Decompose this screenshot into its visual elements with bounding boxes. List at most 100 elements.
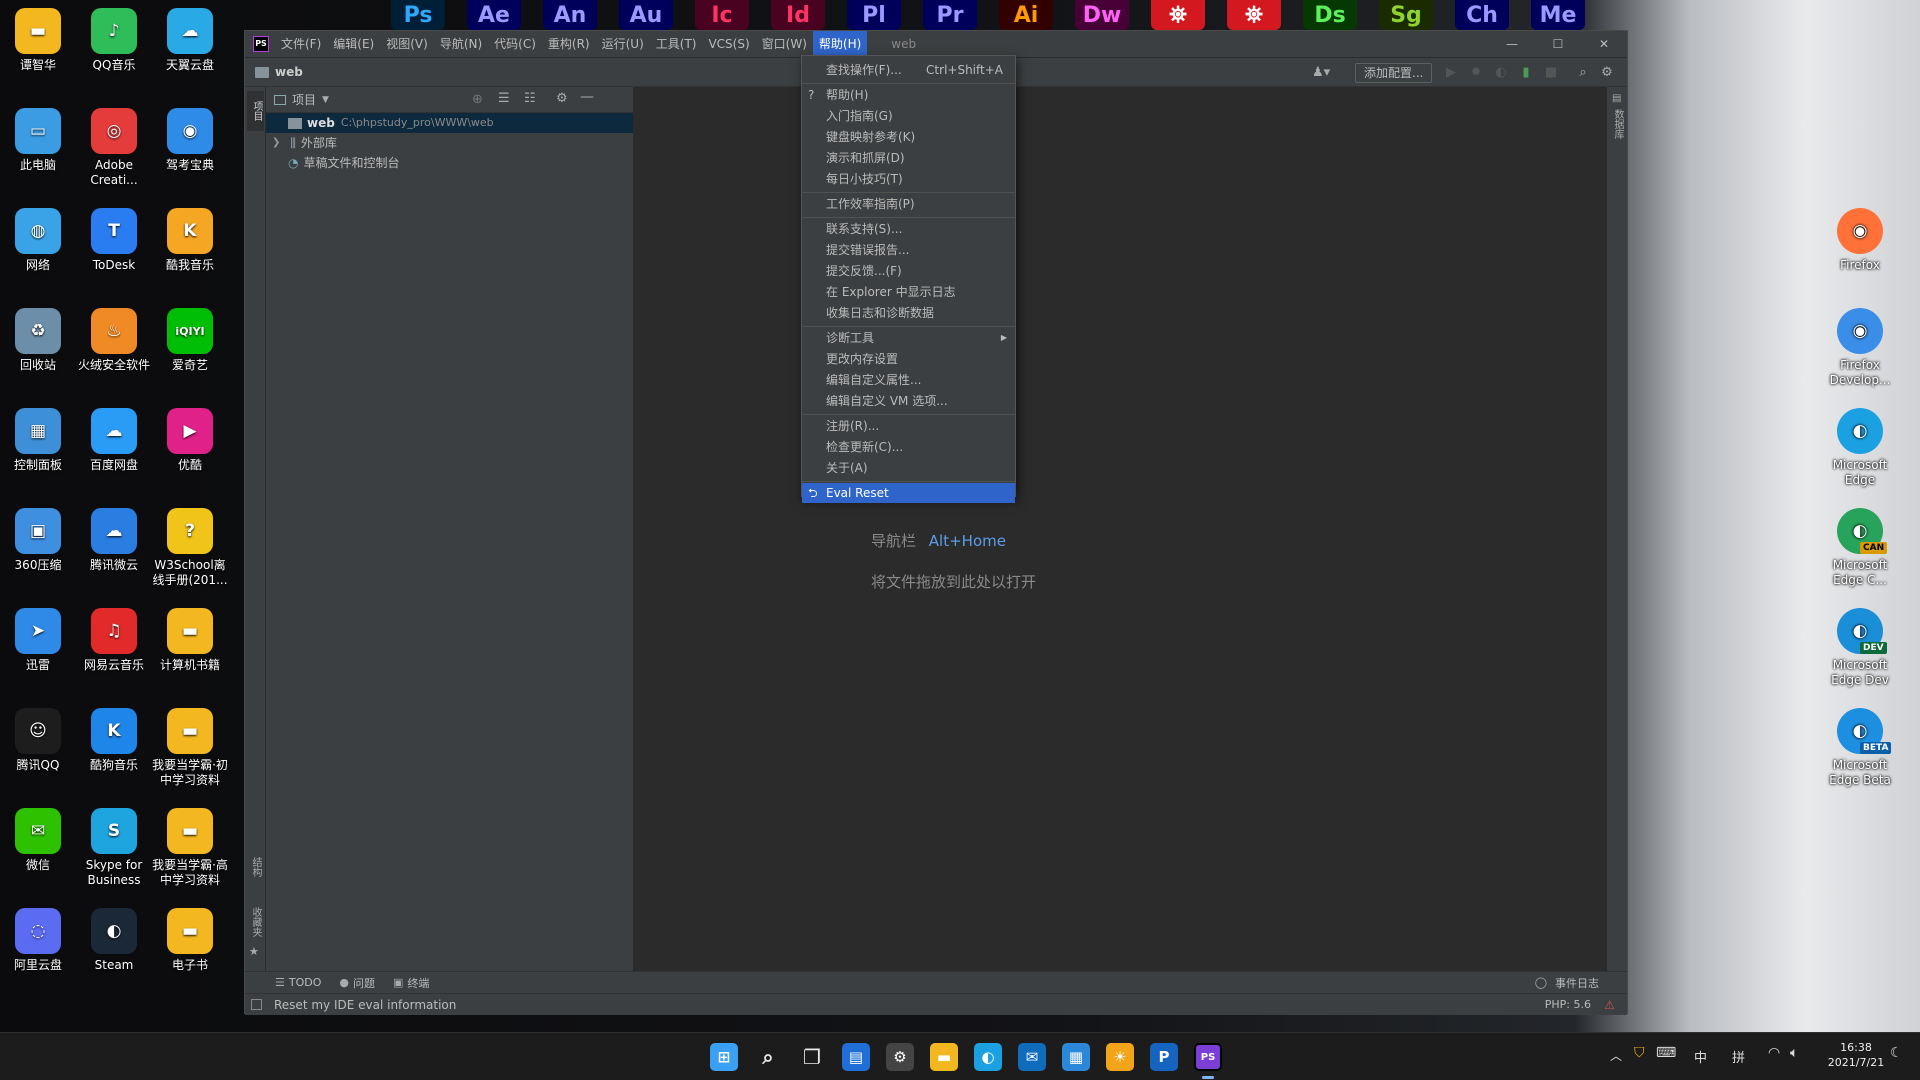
gear-icon[interactable]: ⚙ — [556, 91, 568, 106]
tab-terminal[interactable]: 终端 — [407, 975, 429, 991]
dock-app-icon[interactable]: Dw — [1075, 0, 1129, 30]
status-message[interactable]: Reset my IDE eval information — [274, 998, 456, 1012]
debug-icon[interactable]: ✹ — [1467, 64, 1485, 82]
tool-tab-structure[interactable]: 结构 — [248, 857, 263, 877]
desktop-icon[interactable]: ◍ 网络 — [0, 208, 76, 273]
dock-app-icon[interactable]: Me — [1531, 0, 1585, 30]
dock-app-icon[interactable]: Ps — [391, 0, 445, 30]
desktop-icon[interactable]: ◐ DEV Microsoft Edge Dev — [1822, 608, 1898, 688]
tree-item-web[interactable]: web C:\phpstudy_pro\WWW\web — [266, 113, 633, 133]
wifi-icon[interactable]: ◠ — [1768, 1045, 1780, 1061]
help-menu-item[interactable]: ? 帮助(H) — [802, 85, 1015, 105]
tree-item-external-libraries[interactable]: ❯ ⫼ 外部库 — [266, 133, 633, 153]
help-menu-item[interactable]: 查找操作(F)... Ctrl+Shift+A — [802, 60, 1015, 80]
desktop-icon[interactable]: ☁ 百度网盘 — [76, 408, 152, 473]
desktop-icon[interactable]: ☁ 天翼云盘 — [152, 8, 228, 73]
desktop-icon[interactable]: ◐ BETA Microsoft Edge Beta — [1822, 708, 1898, 788]
tool-tab-favorites[interactable]: 收藏夹 — [248, 907, 263, 937]
desktop-icon[interactable]: ➤ 迅雷 — [0, 608, 76, 673]
desktop-icon[interactable]: ▬ 谭智华 — [0, 8, 76, 73]
desktop-icon[interactable]: ♨ 火绒安全软件 — [76, 308, 152, 373]
tree-item-scratches[interactable]: ◔ 草稿文件和控制台 — [266, 153, 633, 173]
desktop-icon[interactable]: iQIYI 爱奇艺 — [152, 308, 228, 373]
volume-icon[interactable]: 🔈︎ — [1790, 1045, 1798, 1061]
help-menu-item[interactable]: 在 Explorer 中显示日志 — [802, 282, 1015, 302]
project-view-label[interactable]: 项目 — [292, 91, 316, 108]
minimize-button[interactable]: — — [1489, 31, 1535, 57]
desktop-icon[interactable]: ▣ 360压缩 — [0, 508, 76, 573]
maximize-button[interactable]: ☐ — [1535, 31, 1581, 57]
collapse-all-icon[interactable]: ☷ — [524, 91, 536, 106]
chevron-down-icon[interactable]: ▼ — [322, 95, 329, 105]
menu-item[interactable]: 运行(U) — [596, 31, 650, 57]
ime-mode[interactable]: 拼 — [1732, 1047, 1745, 1066]
tab-problems[interactable]: 问题 — [353, 975, 375, 991]
locate-icon[interactable]: ⊕ — [472, 92, 483, 107]
help-menu-item[interactable]: 提交反馈...(F) — [802, 261, 1015, 281]
event-log-tab[interactable]: 事件日志 — [1555, 975, 1599, 991]
desktop-icon[interactable]: ▭ 此电脑 — [0, 108, 76, 173]
profile-icon[interactable]: ▮ — [1517, 64, 1535, 82]
dock-app-icon[interactable]: Ae — [467, 0, 521, 30]
help-menu-item[interactable]: 注册(R)... — [802, 416, 1015, 436]
settings-icon[interactable]: ⚙ — [1598, 64, 1616, 82]
dock-app-icon[interactable]: Id — [771, 0, 825, 30]
ime-language[interactable]: 中 — [1694, 1047, 1707, 1066]
desktop-icon[interactable]: ◉ 驾考宝典 — [152, 108, 228, 173]
widgets-icon[interactable]: ▤ — [842, 1043, 870, 1071]
desktop-icon[interactable]: S Skype for Business — [76, 808, 152, 888]
desktop-icon[interactable]: ◐ CAN Microsoft Edge C... — [1822, 508, 1898, 588]
menu-item[interactable]: 帮助(H) — [812, 31, 868, 57]
menu-item[interactable]: 文件(F) — [275, 31, 327, 57]
file-explorer-icon[interactable]: ▬ — [930, 1043, 958, 1071]
chevron-right-icon[interactable]: ❯ — [272, 133, 280, 153]
desktop-icon[interactable]: ☁ 腾讯微云 — [76, 508, 152, 573]
menu-item[interactable]: 编辑(E) — [327, 31, 380, 57]
help-menu-item[interactable]: ⮌ Eval Reset — [802, 483, 1015, 503]
tool-tab-project[interactable]: 项目 — [247, 91, 264, 131]
menu-item[interactable]: VCS(S) — [702, 31, 755, 57]
menu-item[interactable]: 代码(C) — [488, 31, 542, 57]
dock-app-icon[interactable]: Au — [619, 0, 673, 30]
expand-all-icon[interactable]: ☰ — [498, 91, 510, 106]
desktop-icon[interactable]: K 酷狗音乐 — [76, 708, 152, 773]
weather-icon[interactable]: ☀ — [1106, 1043, 1134, 1071]
help-menu-item[interactable]: 每日小技巧(T) — [802, 169, 1015, 189]
run-icon[interactable]: ▶ — [1442, 64, 1460, 82]
dock-app-icon[interactable]: Ic — [695, 0, 749, 30]
desktop-icon[interactable]: ♻ 回收站 — [0, 308, 76, 373]
desktop-icon[interactable]: ? W3School离线手册(201... — [152, 508, 228, 588]
desktop-icon[interactable]: ◉ Firefox — [1822, 208, 1898, 273]
desktop-icon[interactable]: ▬ 电子书 — [152, 908, 228, 973]
task-view-icon[interactable]: ❐ — [798, 1043, 826, 1071]
stop-icon[interactable]: ■ — [1542, 64, 1560, 82]
dock-app-icon[interactable]: Ai — [999, 0, 1053, 30]
settings-icon[interactable]: ⚙ — [886, 1043, 914, 1071]
dock-app-icon[interactable]: Ds — [1303, 0, 1357, 30]
p-app-icon[interactable]: P — [1150, 1043, 1178, 1071]
desktop-icon[interactable]: ♫ 网易云音乐 — [76, 608, 152, 673]
notification-icon[interactable]: ☾ — [1890, 1045, 1903, 1061]
desktop-icon[interactable]: ◌ 阿里云盘 — [0, 908, 76, 973]
help-menu-item[interactable]: 检查更新(C)... — [802, 437, 1015, 457]
desktop-icon[interactable]: ▶ 优酷 — [152, 408, 228, 473]
inspection-icon[interactable]: ⚠ — [1604, 998, 1615, 1012]
show-hidden-icons[interactable]: ︿ — [1610, 1047, 1622, 1064]
close-button[interactable]: ✕ — [1581, 31, 1627, 57]
desktop-icon[interactable]: ▦ 控制面板 — [0, 408, 76, 473]
user-icon[interactable]: ♟▾ — [1312, 65, 1330, 80]
menu-item[interactable]: 工具(T) — [650, 31, 703, 57]
dock-app-icon[interactable]: Ch — [1455, 0, 1509, 30]
dock-app-icon[interactable]: ⛯ — [1227, 0, 1281, 30]
help-menu-item[interactable]: 键盘映射参考(K) — [802, 127, 1015, 147]
dock-app-icon[interactable]: ⛯ — [1151, 0, 1205, 30]
php-version[interactable]: PHP: 5.6 — [1545, 998, 1591, 1011]
phpstorm-icon[interactable]: PS — [1194, 1043, 1222, 1071]
help-menu-item[interactable]: 收集日志和诊断数据 — [802, 303, 1015, 323]
shield-icon[interactable]: ⛉ — [1634, 1045, 1645, 1061]
help-menu-item[interactable]: 诊断工具 ▶ — [802, 328, 1015, 348]
dock-app-icon[interactable]: Pr — [923, 0, 977, 30]
help-menu-item[interactable]: 编辑自定义属性... — [802, 370, 1015, 390]
help-menu-item[interactable]: 入门指南(G) — [802, 106, 1015, 126]
desktop-icon[interactable]: ▬ 我要当学霸·初中学习资料 — [152, 708, 228, 788]
